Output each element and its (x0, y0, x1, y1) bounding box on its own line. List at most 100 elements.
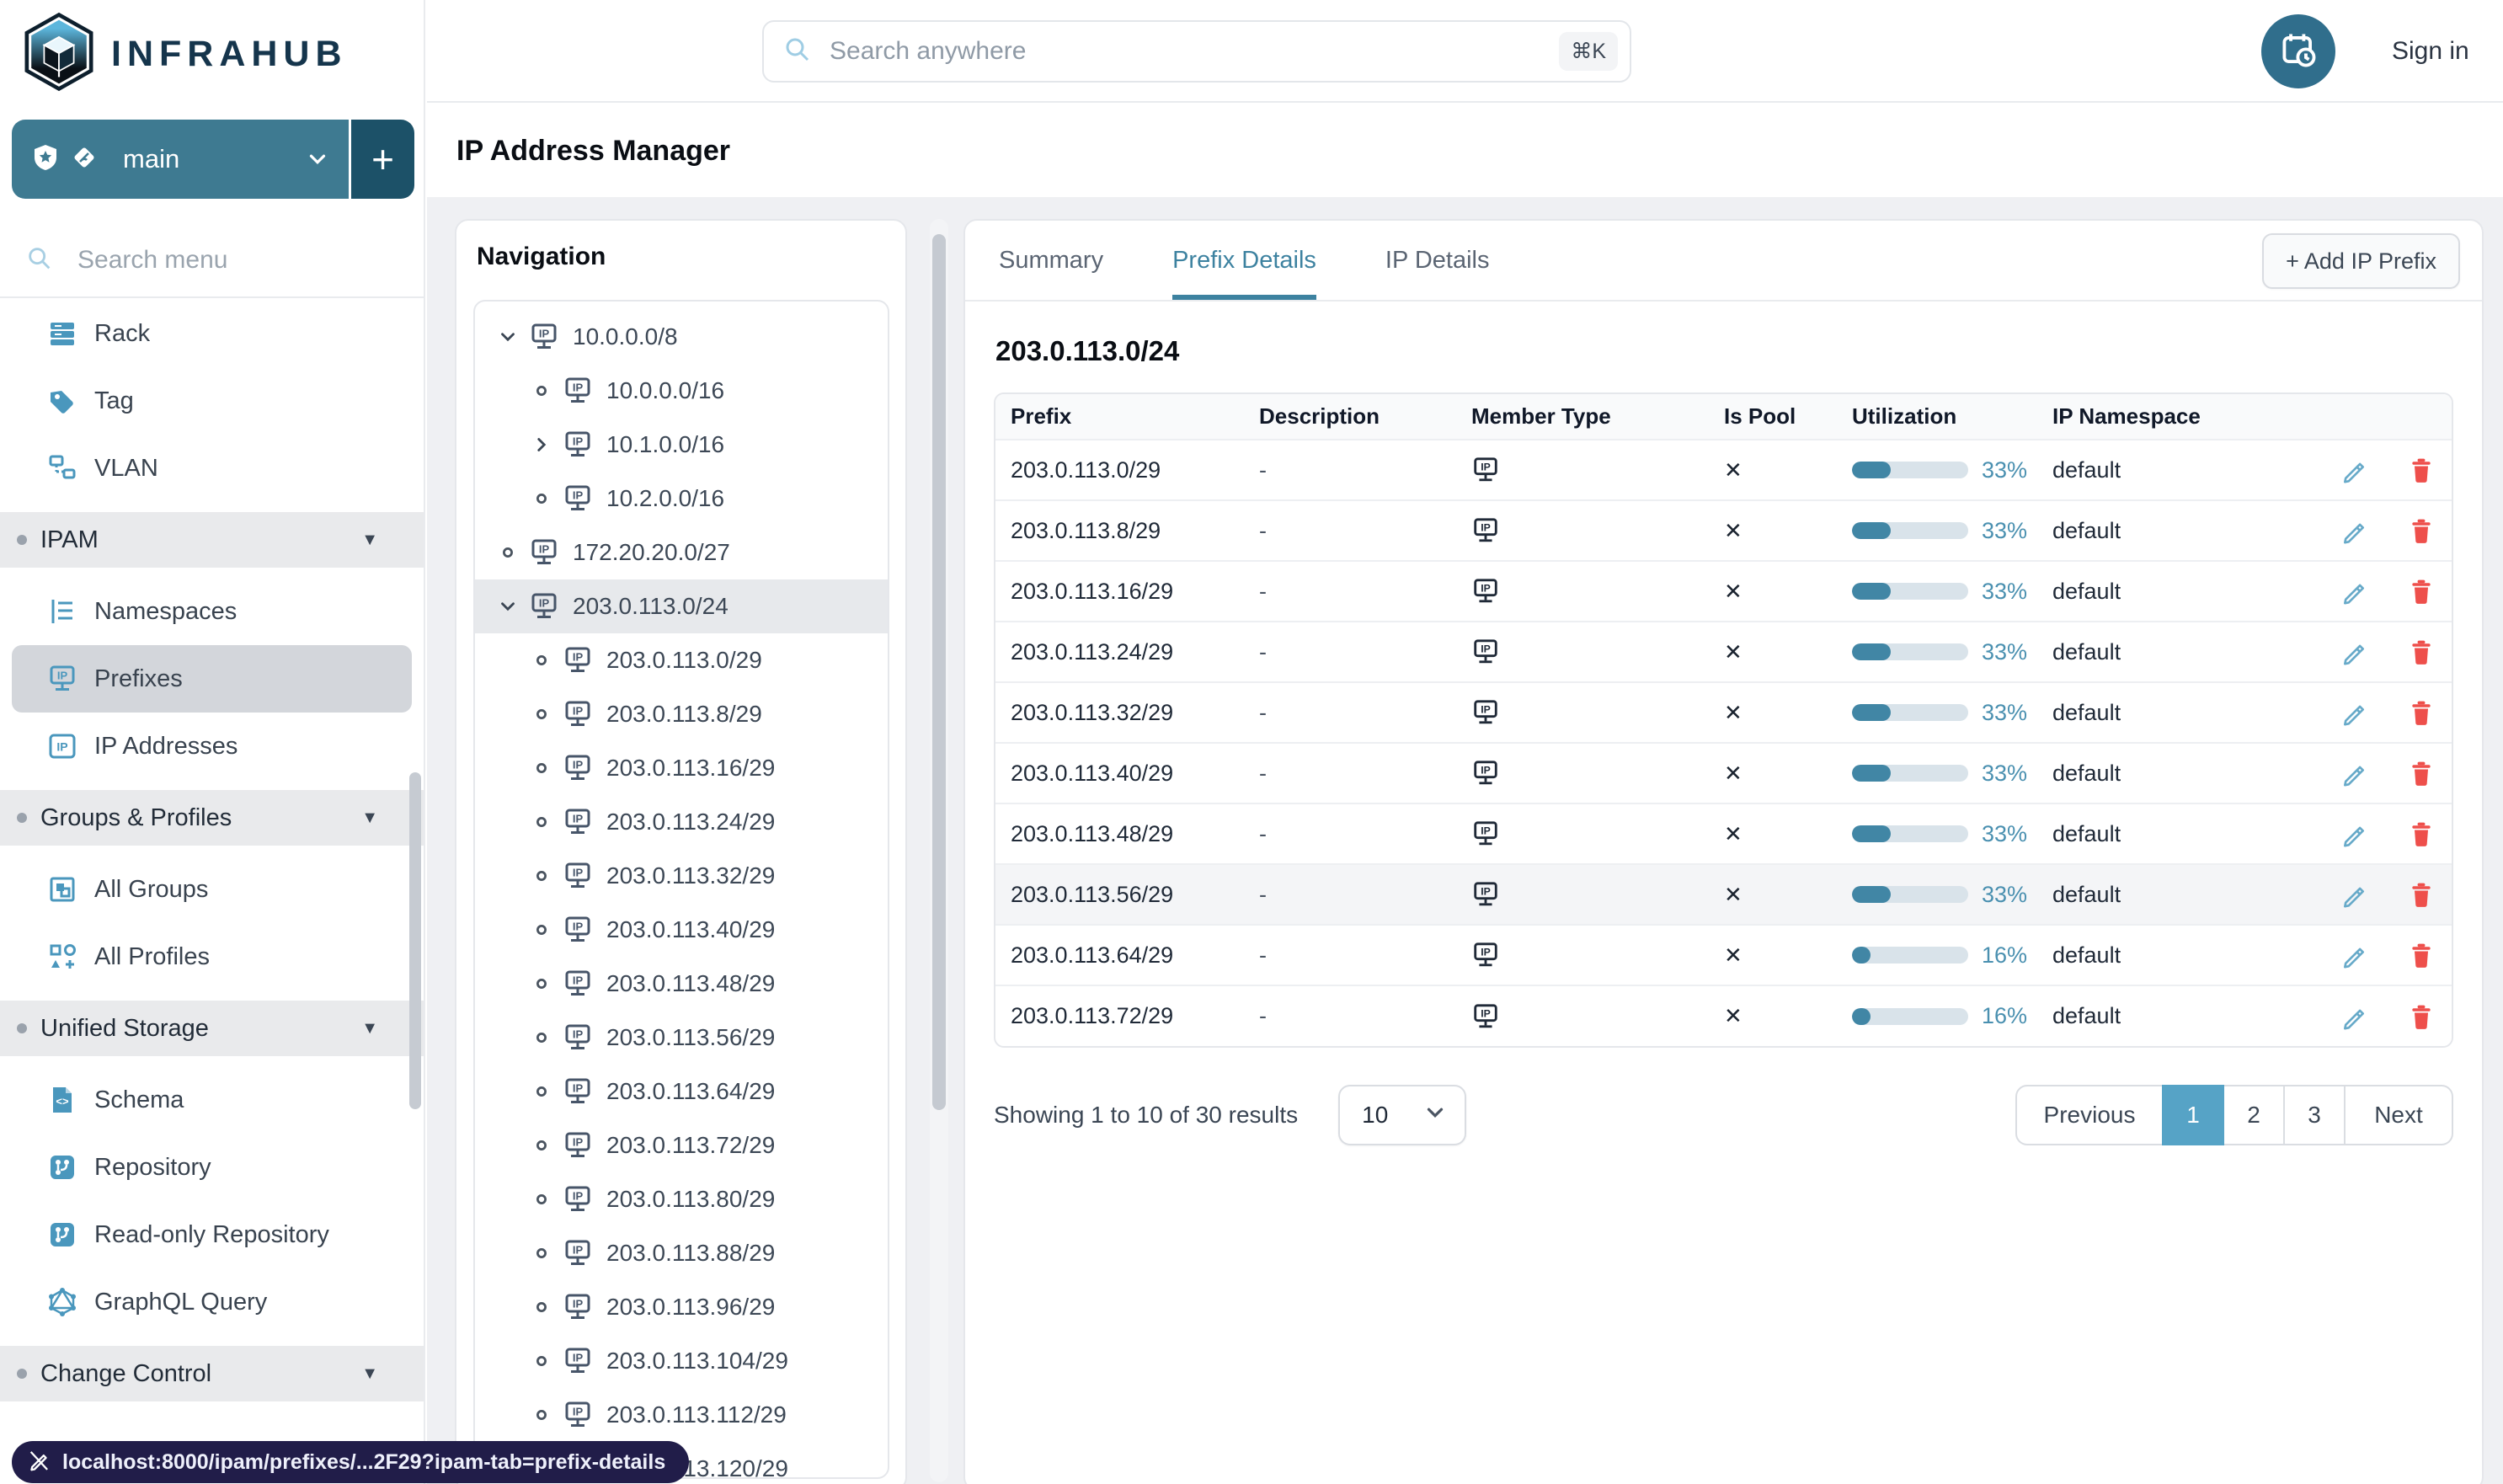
cell-prefix[interactable]: 203.0.113.64/29 (995, 924, 1244, 985)
edit-pencil-icon[interactable] (2340, 578, 2367, 605)
cell-prefix[interactable]: 203.0.113.72/29 (995, 985, 1244, 1046)
tree-item-10-2-0-0-16[interactable]: IP 10.2.0.0/16 (475, 472, 888, 526)
cell-prefix[interactable]: 203.0.113.40/29 (995, 742, 1244, 803)
previous-page-button[interactable]: Previous (2015, 1085, 2164, 1145)
sidebar-item-graphql-query[interactable]: GraphQL Query (0, 1268, 424, 1336)
sidebar-item-read-only-repository[interactable]: Read-only Repository (0, 1201, 424, 1268)
sidebar-item-tag[interactable]: Tag (0, 367, 424, 435)
tree-item-203-0-113-8-29[interactable]: IP 203.0.113.8/29 (475, 687, 888, 741)
tree-item-203-0-113-64-29[interactable]: IP 203.0.113.64/29 (475, 1065, 888, 1118)
sidebar-item-rack[interactable]: Rack (0, 300, 424, 367)
sign-in-button[interactable]: Sign in (2392, 0, 2469, 103)
delete-trash-icon[interactable] (2408, 820, 2435, 847)
tree-item-172-20-20-0-27[interactable]: IP 172.20.20.0/27 (475, 526, 888, 579)
chevron-down-icon[interactable] (497, 326, 519, 348)
navigation-scrollbar-thumb[interactable] (932, 234, 946, 1110)
chevron-right-icon[interactable] (531, 434, 552, 456)
delete-trash-icon[interactable] (2408, 881, 2435, 908)
table-row[interactable]: 203.0.113.8/29 - IP ✕ 33% default (995, 499, 2452, 561)
edit-pencil-icon[interactable] (2340, 1003, 2367, 1030)
tree-item-203-0-113-24-29[interactable]: IP 203.0.113.24/29 (475, 795, 888, 849)
tree-item-203-0-113-56-29[interactable]: IP 203.0.113.56/29 (475, 1011, 888, 1065)
table-row[interactable]: 203.0.113.16/29 - IP ✕ 33% default (995, 560, 2452, 622)
sidebar-section-ipam[interactable]: IPAM ▼ (0, 512, 424, 568)
page-button-1[interactable]: 1 (2162, 1085, 2224, 1145)
table-row[interactable]: 203.0.113.40/29 - IP ✕ 33% default (995, 742, 2452, 803)
sidebar-search-input[interactable]: Search menu (0, 226, 424, 295)
sidebar-item-ip-addresses[interactable]: IP IP Addresses (0, 713, 424, 780)
sidebar-item-namespaces[interactable]: Namespaces (0, 578, 424, 645)
tree-item-203-0-113-0-24[interactable]: IP 203.0.113.0/24 (475, 579, 888, 633)
delete-trash-icon[interactable] (2408, 517, 2435, 544)
tab-prefix-details[interactable]: Prefix Details (1172, 221, 1316, 300)
cell-prefix[interactable]: 203.0.113.24/29 (995, 621, 1244, 682)
tree-item-10-1-0-0-16[interactable]: IP 10.1.0.0/16 (475, 418, 888, 472)
create-branch-button[interactable]: + (349, 120, 414, 199)
cell-prefix[interactable]: 203.0.113.56/29 (995, 863, 1244, 925)
tab-summary[interactable]: Summary (999, 221, 1103, 300)
cell-prefix[interactable]: 203.0.113.0/29 (995, 439, 1244, 500)
table-row[interactable]: 203.0.113.64/29 - IP ✕ 16% default (995, 924, 2452, 985)
table-row[interactable]: 203.0.113.32/29 - IP ✕ 33% default (995, 681, 2452, 743)
edit-pencil-icon[interactable] (2340, 942, 2367, 969)
delete-trash-icon[interactable] (2408, 1003, 2435, 1030)
sidebar-item-all-profiles[interactable]: All Profiles (0, 923, 424, 990)
table-row[interactable]: 203.0.113.72/29 - IP ✕ 16% default (995, 985, 2452, 1046)
page-button-2[interactable]: 2 (2223, 1085, 2285, 1145)
tree-item-203-0-113-80-29[interactable]: IP 203.0.113.80/29 (475, 1172, 888, 1226)
navigation-scrollbar[interactable] (930, 219, 948, 1482)
edit-pencil-icon[interactable] (2340, 638, 2367, 665)
tree-item-203-0-113-0-29[interactable]: IP 203.0.113.0/29 (475, 633, 888, 687)
delete-trash-icon[interactable] (2408, 699, 2435, 726)
cell-prefix[interactable]: 203.0.113.16/29 (995, 560, 1244, 622)
add-ip-prefix-button[interactable]: + Add IP Prefix (2262, 233, 2460, 289)
tree-item-203-0-113-32-29[interactable]: IP 203.0.113.32/29 (475, 849, 888, 903)
table-row[interactable]: 203.0.113.0/29 - IP ✕ 33% default (995, 439, 2452, 500)
tree-item-203-0-113-16-29[interactable]: IP 203.0.113.16/29 (475, 741, 888, 795)
cell-prefix[interactable]: 203.0.113.48/29 (995, 803, 1244, 864)
tree-item-203-0-113-88-29[interactable]: IP 203.0.113.88/29 (475, 1226, 888, 1280)
sidebar-section-groups-profiles[interactable]: Groups & Profiles ▼ (0, 790, 424, 846)
tree-item-10-0-0-0-8[interactable]: IP 10.0.0.0/8 (475, 310, 888, 364)
table-row[interactable]: 203.0.113.24/29 - IP ✕ 33% default (995, 621, 2452, 682)
cell-prefix[interactable]: 203.0.113.8/29 (995, 499, 1244, 561)
page-button-3[interactable]: 3 (2283, 1085, 2346, 1145)
delete-trash-icon[interactable] (2408, 942, 2435, 969)
tab-ip-details[interactable]: IP Details (1385, 221, 1490, 300)
sidebar-section-change-control[interactable]: Change Control ▼ (0, 1346, 424, 1401)
table-row[interactable]: 203.0.113.56/29 - IP ✕ 33% default (995, 863, 2452, 925)
tree-item-10-0-0-0-16[interactable]: IP 10.0.0.0/16 (475, 364, 888, 418)
page-size-select[interactable]: 10 (1338, 1085, 1467, 1145)
tree-item-203-0-113-96-29[interactable]: IP 203.0.113.96/29 (475, 1280, 888, 1334)
sidebar-item-vlan[interactable]: VLAN (0, 435, 424, 502)
edit-pencil-icon[interactable] (2340, 456, 2367, 483)
edit-pencil-icon[interactable] (2340, 820, 2367, 847)
edit-pencil-icon[interactable] (2340, 699, 2367, 726)
sidebar-item-repository[interactable]: Repository (0, 1134, 424, 1201)
tree-item-203-0-113-112-29[interactable]: IP 203.0.113.112/29 (475, 1388, 888, 1442)
next-page-button[interactable]: Next (2344, 1085, 2453, 1145)
delete-trash-icon[interactable] (2408, 760, 2435, 787)
sidebar-item-schema[interactable]: <> Schema (0, 1066, 424, 1134)
table-row[interactable]: 203.0.113.48/29 - IP ✕ 33% default (995, 803, 2452, 864)
tree-item-203-0-113-40-29[interactable]: IP 203.0.113.40/29 (475, 903, 888, 957)
delete-trash-icon[interactable] (2408, 456, 2435, 483)
sidebar-section-unified-storage[interactable]: Unified Storage ▼ (0, 1001, 424, 1056)
time-travel-button[interactable] (2261, 14, 2335, 88)
sidebar-item-prefixes[interactable]: IP Prefixes (12, 645, 412, 713)
sidebar-item-all-groups[interactable]: All Groups (0, 856, 424, 923)
cell-prefix[interactable]: 203.0.113.32/29 (995, 681, 1244, 743)
edit-pencil-icon[interactable] (2340, 881, 2367, 908)
sidebar-scrollbar-thumb[interactable] (409, 772, 421, 1109)
delete-trash-icon[interactable] (2408, 578, 2435, 605)
chevron-down-icon[interactable] (497, 595, 519, 617)
branch-selector-button[interactable]: main (12, 120, 349, 199)
global-search-input[interactable]: Search anywhere ⌘K (762, 20, 1631, 83)
brand-logo[interactable]: INFRAHUB (22, 12, 348, 96)
edit-pencil-icon[interactable] (2340, 760, 2367, 787)
tree-item-203-0-113-72-29[interactable]: IP 203.0.113.72/29 (475, 1118, 888, 1172)
edit-pencil-icon[interactable] (2340, 517, 2367, 544)
delete-trash-icon[interactable] (2408, 638, 2435, 665)
tree-item-203-0-113-104-29[interactable]: IP 203.0.113.104/29 (475, 1334, 888, 1388)
tree-item-203-0-113-48-29[interactable]: IP 203.0.113.48/29 (475, 957, 888, 1011)
